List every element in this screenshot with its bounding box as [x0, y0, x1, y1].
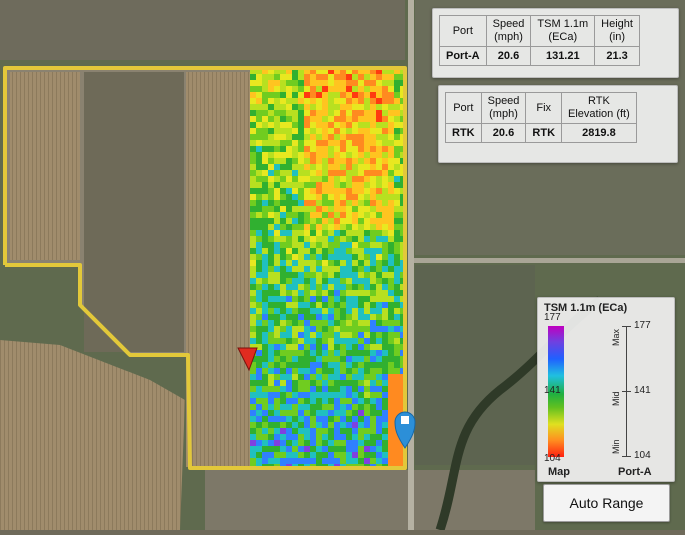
table-cell: 20.6	[485, 46, 532, 66]
legend-label-min: Min	[611, 439, 621, 454]
table-cell: 20.6	[480, 123, 527, 143]
legend-port-min: 104	[634, 450, 651, 461]
legend-label-max: Max	[611, 328, 621, 346]
table-header: Port	[439, 15, 487, 47]
table-header: TSM 1.1m (ECa)	[530, 15, 596, 47]
road-vertical	[408, 0, 414, 530]
legend-footer-port: Port-A	[618, 466, 652, 478]
table-header: Speed (mph)	[480, 92, 527, 124]
table-cell: RTK	[525, 123, 563, 143]
port-status-table: Port Speed (mph) TSM 1.1m (ECa) Height (in) Po…	[439, 15, 640, 66]
legend-port-max: 177	[634, 320, 651, 331]
legend-tick-max	[622, 326, 631, 327]
legend-port-mid: 141	[634, 385, 651, 396]
field-zone-west	[10, 72, 80, 260]
legend-footer-map: Map	[548, 466, 570, 478]
legend-tick-min	[622, 456, 631, 457]
legend-map-min: 104	[544, 453, 561, 464]
table-cell: 2819.8	[561, 123, 637, 143]
table-header: RTK Elevation (ft)	[561, 92, 637, 124]
table-cell: 21.3	[594, 46, 640, 66]
field-zone-strip	[186, 72, 250, 467]
port-status-panel: Port Speed (mph) TSM 1.1m (ECa) Height (in) Po…	[432, 8, 679, 78]
table-cell: RTK	[445, 123, 482, 143]
east-pasture	[415, 265, 535, 465]
conductivity-heatmap	[250, 68, 406, 470]
color-legend: TSM 1.1m (ECa) 177 141 104 Max Mid Min 1…	[537, 297, 675, 482]
table-header: Fix	[525, 92, 563, 124]
table-cell: Port-A	[439, 46, 487, 66]
table-header: Height (in)	[594, 15, 640, 47]
legend-map-max: 177	[544, 312, 561, 323]
rtk-status-panel: Port Speed (mph) Fix RTK Elevation (ft) RTK 20…	[438, 85, 678, 163]
legend-label-mid: Mid	[611, 391, 621, 406]
north-field	[0, 0, 405, 60]
auto-range-button[interactable]: Auto Range	[543, 484, 670, 522]
field-zone-dark	[84, 72, 184, 352]
road-horizontal	[414, 258, 685, 263]
legend-tick-mid	[622, 391, 631, 392]
table-header: Port	[445, 92, 482, 124]
rtk-status-table: Port Speed (mph) Fix RTK Elevation (ft) RTK 20…	[445, 92, 637, 143]
south-field	[205, 470, 535, 530]
legend-map-mid: 141	[544, 385, 561, 396]
table-header: Speed (mph)	[485, 15, 532, 47]
table-cell: 131.21	[530, 46, 596, 66]
